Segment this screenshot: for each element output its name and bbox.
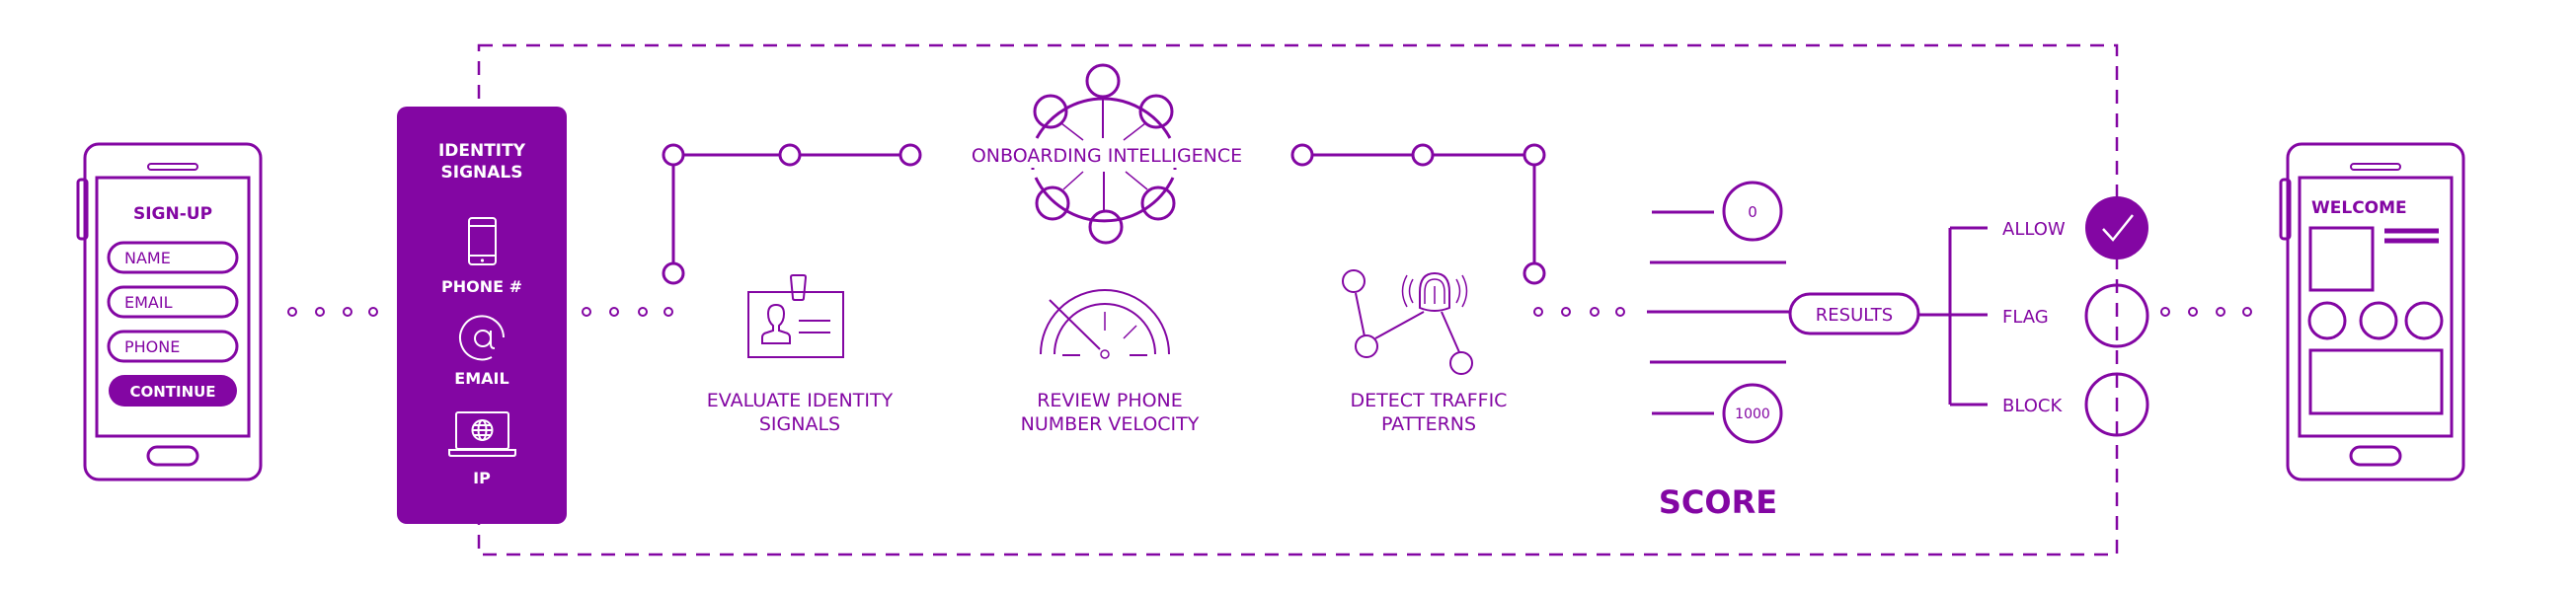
connector-dots-3 <box>1533 307 1625 317</box>
step-detect-line2: PATTERNS <box>1381 413 1476 435</box>
outcome-flag-label: FLAG <box>2002 307 2049 328</box>
speedometer-icon <box>1040 289 1170 359</box>
outcome-branch <box>1918 226 1988 407</box>
connector-dots-1 <box>287 307 378 317</box>
phone-home-button <box>2349 445 2402 467</box>
score-scale <box>1647 181 1790 444</box>
onboarding-intelligence-title: ONBOARDING INTELLIGENCE <box>972 145 1242 167</box>
signup-phone: SIGN-UP NAME EMAIL PHONE CONTINUE <box>76 142 263 481</box>
score-title: SCORE <box>1659 483 1777 521</box>
signup-title: SIGN-UP <box>133 204 212 224</box>
phone-speaker <box>147 163 198 171</box>
welcome-title: WELCOME <box>2311 198 2407 218</box>
name-field-label: NAME <box>124 249 171 267</box>
identity-signals-title-1: IDENTITY <box>438 141 526 161</box>
step-evaluate-line2: SIGNALS <box>759 413 840 435</box>
email-field[interactable]: EMAIL <box>107 285 239 319</box>
results-pill[interactable]: RESULTS <box>1788 292 1920 335</box>
fingerprint-network-icon <box>1342 269 1473 375</box>
welcome-circle-1 <box>2307 301 2347 340</box>
step-review-line1: REVIEW PHONE <box>1037 390 1183 411</box>
step-evaluate-line1: EVALUATE IDENTITY <box>707 390 894 411</box>
step-detect-line1: DETECT TRAFFIC <box>1351 390 1508 411</box>
phone-speaker <box>2350 163 2401 171</box>
outcome-allow-selected[interactable] <box>2085 196 2148 259</box>
outcome-block-label: BLOCK <box>2002 396 2063 416</box>
welcome-circle-2 <box>2359 301 2398 340</box>
results-label: RESULTS <box>1816 305 1893 326</box>
id-badge-icon <box>747 274 844 358</box>
phone-number-signal-label: PHONE # <box>441 277 522 296</box>
phone-body <box>2286 142 2465 481</box>
score-min-label: 0 <box>1748 203 1757 221</box>
continue-button-label: CONTINUE <box>129 383 215 401</box>
phone-home-button <box>146 445 199 467</box>
outcome-allow-label: ALLOW <box>2002 219 2066 240</box>
phone-field[interactable]: PHONE <box>107 330 239 363</box>
name-field[interactable]: NAME <box>107 241 239 274</box>
welcome-content-block <box>2308 348 2444 415</box>
phone-side-button <box>76 178 89 241</box>
welcome-phone: WELCOME <box>2279 142 2465 481</box>
phone-side-button <box>2279 178 2292 241</box>
process-boundary <box>477 43 2119 556</box>
ip-signal-label: IP <box>473 469 491 487</box>
score-max-label: 1000 <box>1735 407 1770 422</box>
welcome-image-placeholder <box>2308 226 2375 292</box>
welcome-circle-3 <box>2404 301 2444 340</box>
email-signal-label: EMAIL <box>454 369 508 388</box>
continue-button[interactable]: CONTINUE <box>109 375 237 407</box>
right-connector <box>1290 143 1546 285</box>
step-review-line2: NUMBER VELOCITY <box>1021 413 1200 435</box>
identity-signals-panel: IDENTITY SIGNALS PHONE # EMAIL IP <box>397 107 567 524</box>
connector-dots-4 <box>2160 307 2252 317</box>
identity-signals-title-2: SIGNALS <box>441 163 523 183</box>
onboarding-flow-diagram: SIGN-UP NAME EMAIL PHONE CONTINUE IDENTI… <box>76 43 2465 556</box>
email-field-label: EMAIL <box>124 293 173 312</box>
connector-dots-2 <box>582 307 673 317</box>
left-connector <box>662 143 922 285</box>
phone-field-label: PHONE <box>124 337 180 356</box>
